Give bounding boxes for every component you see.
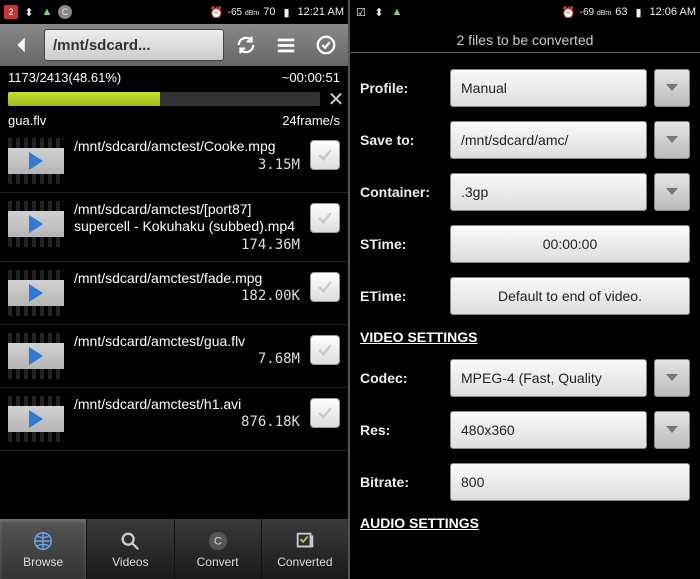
battery-icon: ▮ [280, 5, 294, 19]
file-list[interactable]: /mnt/sdcard/amctest/Cooke.mpg 3.15M/mnt/s… [0, 130, 348, 519]
res-label: Res: [360, 422, 442, 438]
dropdown-arrow-icon[interactable] [654, 359, 690, 397]
stime-label: STime: [360, 236, 442, 252]
progress-rate: 24frame/s [282, 113, 340, 128]
bitrate-input[interactable]: 800 [450, 463, 690, 501]
path-display[interactable]: /mnt/sdcard... [44, 29, 224, 61]
convert-icon: C [206, 529, 230, 553]
tab-browse[interactable]: Browse [0, 519, 87, 579]
file-path: /mnt/sdcard/amctest/gua.flv [74, 333, 300, 350]
profile-select[interactable]: Manual [450, 69, 647, 107]
signal-strength: -65 dBm [228, 7, 260, 18]
progress-counter: 1173/2413(48.61%) [8, 70, 121, 85]
audio-settings-header: AUDIO SETTINGS [350, 515, 690, 531]
file-item[interactable]: /mnt/sdcard/amctest/[port87] supercell -… [0, 193, 348, 262]
saveto-label: Save to: [360, 132, 442, 148]
file-item[interactable]: /mnt/sdcard/amctest/gua.flv7.68M [0, 325, 348, 388]
tab-videos[interactable]: Videos [87, 519, 174, 579]
status-bar: ☑ ⬍ ▲ ⏰ -69 dBm 63 ▮ 12:06 AM [350, 0, 700, 24]
file-checkbox[interactable] [310, 203, 340, 233]
file-size: 7.68M [258, 351, 300, 367]
svg-text:C: C [214, 536, 222, 548]
battery-pct: 63 [615, 6, 627, 18]
bottom-tabs: Browse Videos C Convert Converted [0, 519, 348, 579]
search-icon [118, 529, 142, 553]
refresh-button[interactable] [228, 27, 264, 63]
file-browser-screen: 2 ⬍ ▲ C ⏰ -65 dBm 70 ▮ 12:21 AM /mnt/sdc… [0, 0, 350, 579]
alarm-icon: ⏰ [210, 5, 224, 19]
file-checkbox[interactable] [310, 140, 340, 170]
dropdown-arrow-icon[interactable] [654, 411, 690, 449]
header-bar: /mnt/sdcard... [0, 24, 348, 66]
battery-icon: ▮ [632, 5, 646, 19]
saveto-select[interactable]: /mnt/sdcard/amc/ [450, 121, 647, 159]
back-button[interactable] [4, 27, 40, 63]
clock: 12:21 AM [298, 6, 344, 18]
battery-pct: 70 [263, 6, 275, 18]
usb-icon: ⬍ [22, 5, 36, 19]
file-checkbox[interactable] [310, 335, 340, 365]
etime-label: ETime: [360, 288, 442, 304]
file-item[interactable]: /mnt/sdcard/amctest/Cooke.mpg 3.15M [0, 130, 348, 193]
file-size: 876.18K [241, 414, 300, 430]
file-size: 182.00K [241, 288, 300, 304]
file-checkbox[interactable] [310, 398, 340, 428]
cancel-button[interactable]: ✕ [324, 87, 348, 111]
status-bar: 2 ⬍ ▲ C ⏰ -65 dBm 70 ▮ 12:21 AM [0, 0, 348, 24]
file-checkbox[interactable] [310, 272, 340, 302]
settings-form: Profile: Manual Save to: /mnt/sdcard/amc… [350, 55, 700, 579]
dropdown-arrow-icon[interactable] [654, 121, 690, 159]
codec-select[interactable]: MPEG-4 (Fast, Quality [450, 359, 647, 397]
stime-button[interactable]: 00:00:00 [450, 225, 690, 263]
container-label: Container: [360, 184, 442, 200]
progress-bar [8, 92, 320, 106]
tab-converted[interactable]: Converted [262, 519, 348, 579]
progress-eta: ~00:00:51 [282, 70, 340, 85]
convert-count: 2 files to be converted [350, 24, 700, 52]
file-path: /mnt/sdcard/amctest/fade.mpg [74, 270, 300, 287]
tab-convert[interactable]: C Convert [175, 519, 262, 579]
dropdown-arrow-icon[interactable] [654, 173, 690, 211]
clock: 12:06 AM [650, 6, 696, 18]
android-icon: ▲ [40, 5, 54, 19]
signal-strength: -69 dBm [580, 7, 612, 18]
convert-settings-screen: ☑ ⬍ ▲ ⏰ -69 dBm 63 ▮ 12:06 AM 2 files to… [350, 0, 700, 579]
codec-label: Codec: [360, 370, 442, 386]
file-path: /mnt/sdcard/amctest/Cooke.mpg [74, 138, 300, 155]
progress-block: 1173/2413(48.61%) ~00:00:51 ✕ gua.flv 24… [0, 66, 348, 130]
usb-icon: ⬍ [372, 5, 386, 19]
etime-button[interactable]: Default to end of video. [450, 277, 690, 315]
video-settings-header: VIDEO SETTINGS [350, 329, 690, 345]
res-select[interactable]: 480x360 [450, 411, 647, 449]
file-path: /mnt/sdcard/amctest/[port87] supercell -… [74, 201, 300, 235]
profile-label: Profile: [360, 80, 442, 96]
tab-label: Converted [277, 555, 332, 569]
select-all-button[interactable] [308, 27, 344, 63]
video-thumb-icon [8, 396, 64, 442]
android-icon: ▲ [390, 5, 404, 19]
video-thumb-icon [8, 138, 64, 184]
file-size: 174.36M [241, 237, 300, 253]
file-item[interactable]: /mnt/sdcard/amctest/h1.avi876.18K [0, 388, 348, 451]
progress-file: gua.flv [8, 113, 46, 128]
file-size: 3.15M [258, 157, 300, 173]
container-select[interactable]: .3gp [450, 173, 647, 211]
alarm-icon: ⏰ [562, 5, 576, 19]
app-icon: C [58, 5, 72, 19]
video-thumb-icon [8, 270, 64, 316]
file-path: /mnt/sdcard/amctest/h1.avi [74, 396, 300, 413]
tab-label: Convert [197, 555, 239, 569]
done-icon [293, 529, 317, 553]
file-item[interactable]: /mnt/sdcard/amctest/fade.mpg182.00K [0, 262, 348, 325]
checkbox-icon: ☑ [354, 5, 368, 19]
tab-label: Videos [112, 555, 148, 569]
dropdown-arrow-icon[interactable] [654, 69, 690, 107]
bitrate-label: Bitrate: [360, 474, 442, 490]
menu-button[interactable] [268, 27, 304, 63]
video-thumb-icon [8, 333, 64, 379]
notification-icon: 2 [4, 5, 18, 19]
tab-label: Browse [23, 555, 63, 569]
video-thumb-icon [8, 201, 64, 247]
browse-icon [31, 529, 55, 553]
